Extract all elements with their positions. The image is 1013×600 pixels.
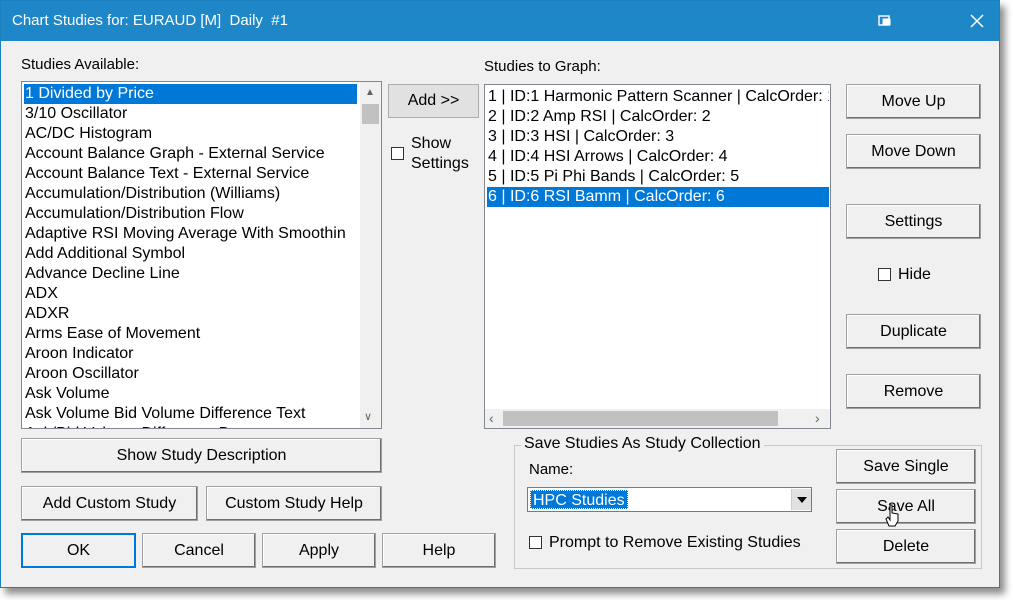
study-list-item[interactable]: Accumulation/Distribution Flow: [24, 204, 359, 224]
study-list-item[interactable]: Aroon Oscillator: [24, 364, 359, 384]
mouse-cursor-icon: [885, 504, 901, 533]
ok-button[interactable]: OK: [21, 533, 136, 568]
study-list-item[interactable]: ADX: [24, 284, 359, 304]
name-label: Name:: [529, 461, 574, 478]
horizontal-scrollbar[interactable]: ‹ ›: [485, 409, 830, 428]
vertical-scrollbar[interactable]: ▲ ∨: [360, 82, 381, 428]
apply-button[interactable]: Apply: [262, 533, 376, 568]
study-list-item[interactable]: Arms Ease of Movement: [24, 324, 359, 344]
study-list-item[interactable]: Advance Decline Line: [24, 264, 359, 284]
scroll-left-arrow-icon[interactable]: ‹: [489, 410, 494, 426]
move-up-button[interactable]: Move Up: [846, 84, 981, 119]
collection-name-combobox[interactable]: HPC Studies: [527, 487, 812, 512]
studies-available-list[interactable]: 1 Divided by Price 3/10 Oscillator AC/DC H…: [21, 81, 382, 429]
help-button[interactable]: Help: [382, 533, 496, 568]
studies-to-graph-list[interactable]: 1 | ID:1 Harmonic Pattern Scanner | Calc…: [484, 84, 831, 429]
study-list-item[interactable]: Aroon Indicator: [24, 344, 359, 364]
graph-list-item[interactable]: 2 | ID:2 Amp RSI | CalcOrder: 2: [487, 107, 829, 127]
cancel-button[interactable]: Cancel: [142, 533, 256, 568]
study-list-item[interactable]: AC/DC Histogram: [24, 124, 359, 144]
graph-list-item[interactable]: 6 | ID:6 RSI Bamm | CalcOrder: 6: [487, 187, 829, 207]
study-list-item[interactable]: 1 Divided by Price: [24, 84, 357, 104]
custom-study-help-button[interactable]: Custom Study Help: [206, 486, 382, 521]
delete-button[interactable]: Delete: [836, 529, 976, 564]
study-list-item[interactable]: ADXR: [24, 304, 359, 324]
show-study-description-button[interactable]: Show Study Description: [21, 438, 382, 473]
restore-window-icon[interactable]: [871, 7, 899, 35]
study-list-item[interactable]: Account Balance Text - External Service: [24, 164, 359, 184]
study-list-item[interactable]: Adaptive RSI Moving Average With Smoothi…: [24, 224, 359, 244]
study-list-item[interactable]: Ask Volume: [24, 384, 359, 404]
add-custom-study-button[interactable]: Add Custom Study: [21, 486, 198, 521]
study-list-item[interactable]: Accumulation/Distribution (Williams): [24, 184, 359, 204]
study-list-item[interactable]: 3/10 Oscillator: [24, 104, 359, 124]
save-single-button[interactable]: Save Single: [836, 449, 976, 484]
save-all-button[interactable]: Save All: [836, 489, 976, 524]
study-list-item[interactable]: Add Additional Symbol: [24, 244, 359, 264]
graph-list-item[interactable]: 1 | ID:1 Harmonic Pattern Scanner | Calc…: [487, 87, 829, 107]
remove-button[interactable]: Remove: [846, 374, 981, 409]
move-down-button[interactable]: Move Down: [846, 134, 981, 169]
hide-checkbox[interactable]: [878, 268, 891, 281]
settings-button[interactable]: Settings: [846, 204, 981, 239]
show-settings-checkbox[interactable]: [391, 147, 404, 160]
graph-list-item[interactable]: 5 | ID:5 Pi Phi Bands | CalcOrder: 5: [487, 167, 829, 187]
scroll-up-arrow-icon[interactable]: ▲: [365, 87, 375, 98]
study-list-item[interactable]: Ask Volume Bid Volume Difference Text: [24, 404, 359, 424]
study-list-item[interactable]: Account Balance Graph - External Service: [24, 144, 359, 164]
scroll-right-arrow-icon[interactable]: ›: [815, 410, 820, 426]
chart-studies-dialog: Chart Studies for: EURAUD [M] Daily #1 S…: [0, 0, 1000, 588]
scroll-thumb[interactable]: [503, 411, 778, 426]
studies-to-graph-label: Studies to Graph:: [484, 58, 601, 75]
study-list-item[interactable]: Ask/Bid Volume Difference Bars: [24, 424, 359, 428]
show-settings-label: Show Settings: [411, 135, 469, 172]
study-collection-title: Save Studies As Study Collection: [521, 435, 764, 453]
scroll-down-arrow-icon[interactable]: ∨: [364, 410, 372, 423]
dropdown-arrow-icon[interactable]: [791, 489, 811, 510]
title-bar[interactable]: Chart Studies for: EURAUD [M] Daily #1: [1, 1, 999, 41]
prompt-remove-checkbox[interactable]: [529, 536, 542, 549]
hide-label: Hide: [898, 266, 931, 283]
graph-list-item[interactable]: 3 | ID:3 HSI | CalcOrder: 3: [487, 127, 829, 147]
collection-name-value[interactable]: HPC Studies: [530, 490, 628, 509]
window-title: Chart Studies for: EURAUD [M] Daily #1: [12, 12, 288, 29]
add-button[interactable]: Add >>: [388, 84, 479, 118]
close-icon[interactable]: [963, 7, 991, 35]
scroll-thumb[interactable]: [362, 104, 379, 124]
duplicate-button[interactable]: Duplicate: [846, 314, 981, 349]
prompt-remove-label: Prompt to Remove Existing Studies: [549, 534, 801, 551]
graph-list-item[interactable]: 4 | ID:4 HSI Arrows | CalcOrder: 4: [487, 147, 829, 167]
studies-available-label: Studies Available:: [21, 56, 140, 73]
